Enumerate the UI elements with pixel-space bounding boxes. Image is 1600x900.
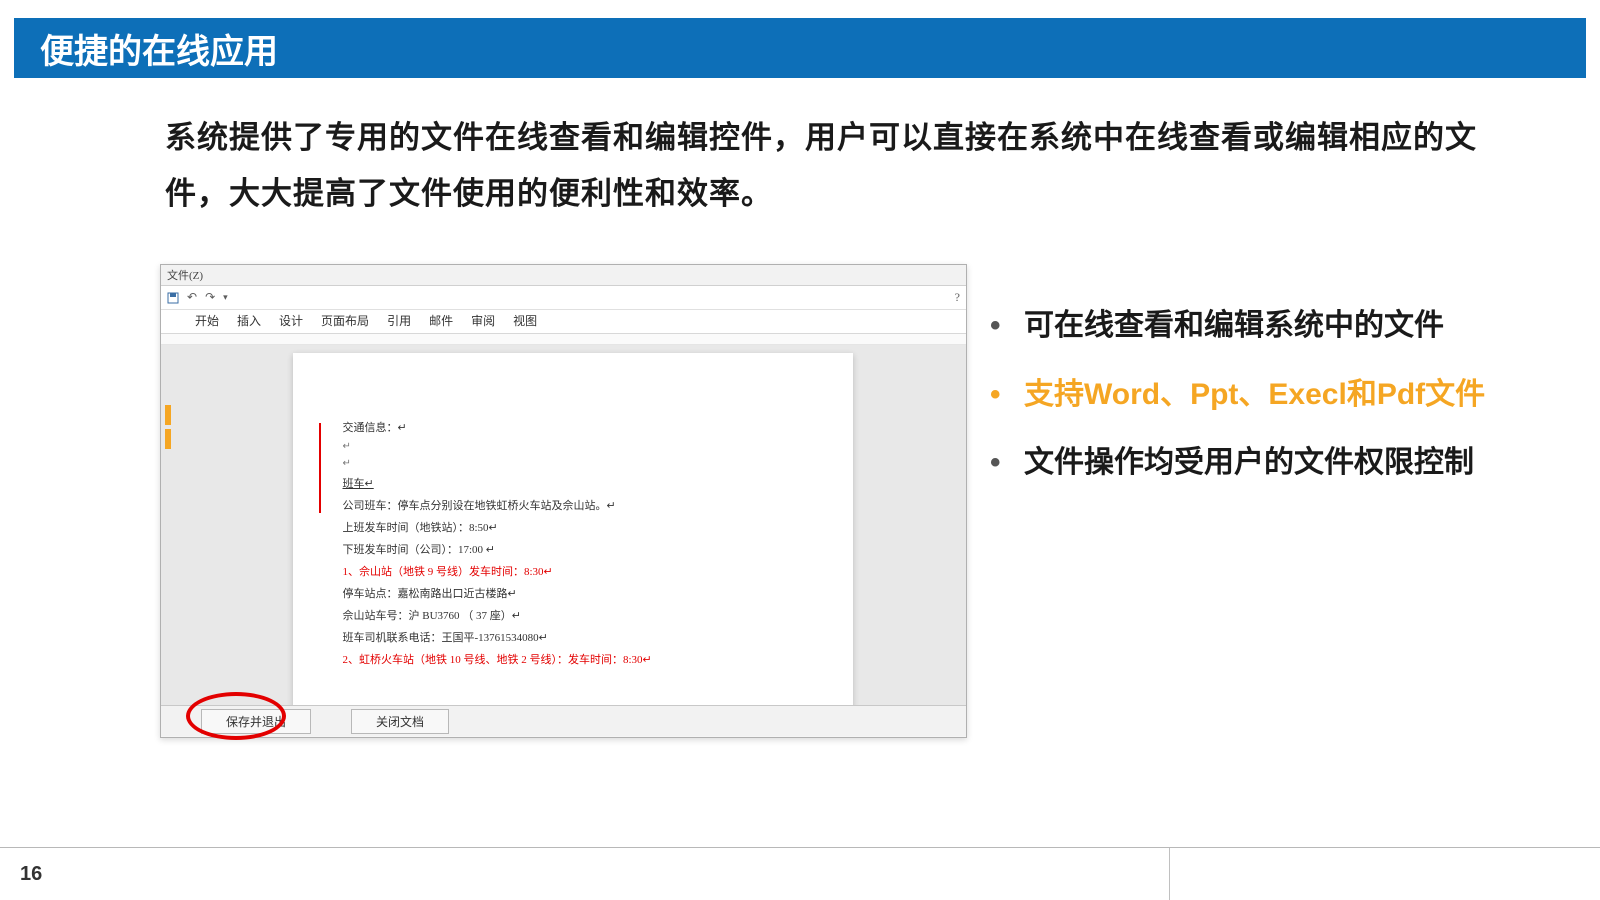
doc-line: 下班发车时间（公司）：17:00 ↵	[343, 541, 803, 557]
doc-line: 停车站点：嘉松南路出口近古楼路↵	[343, 585, 803, 601]
save-icon[interactable]	[167, 292, 179, 304]
doc-line: ↵	[343, 441, 803, 452]
bullet-text: 文件操作均受用户的文件权限控制	[1024, 437, 1474, 490]
bullet-marker-icon: •	[990, 369, 1024, 422]
bullet-text: 支持Word、Ppt、Execl和Pdf文件	[1024, 369, 1485, 422]
document-canvas: 交通信息：↵ ↵ ↵ 班车↵ 公司班车：停车点分别设在地铁虹桥火车站及佘山站。↵…	[161, 345, 966, 705]
ruler	[161, 334, 966, 345]
slide-title-bar: 便捷的在线应用	[14, 18, 1586, 78]
feature-bullets: • 可在线查看和编辑系统中的文件 • 支持Word、Ppt、Execl和Pdf文…	[990, 300, 1530, 506]
bullet-marker-icon: •	[990, 300, 1024, 353]
qat-dropdown-icon[interactable]: ▾	[223, 292, 228, 303]
doc-line: 公司班车：停车点分别设在地铁虹桥火车站及佘山站。↵	[343, 497, 803, 513]
save-and-exit-button[interactable]: 保存并退出	[201, 709, 311, 734]
doc-line: 佘山站车号：沪 BU3760 （ 37 座）↵	[343, 607, 803, 623]
editor-file-menu[interactable]: 文件(Z)	[161, 265, 966, 286]
doc-line: ↵	[343, 458, 803, 469]
bullet-item: • 可在线查看和编辑系统中的文件	[990, 300, 1530, 353]
doc-line: 上班发车时间（地铁站）：8:50↵	[343, 519, 803, 535]
doc-line: 1、佘山站（地铁 9 号线）发车时间：8:30↵	[343, 563, 803, 579]
undo-icon[interactable]: ↶	[187, 290, 197, 305]
ribbon-tab[interactable]: 审阅	[471, 312, 495, 329]
ribbon-tab[interactable]: 开始	[195, 312, 219, 329]
revision-mark-icon	[165, 429, 171, 449]
help-icon[interactable]: ?	[955, 290, 960, 305]
bullet-item: • 支持Word、Ppt、Execl和Pdf文件	[990, 369, 1530, 422]
ribbon-tab[interactable]: 页面布局	[321, 312, 369, 329]
doc-line: 2、虹桥火车站（地铁 10 号线、地铁 2 号线）：发车时间：8:30↵	[343, 651, 803, 667]
ribbon-tab[interactable]: 引用	[387, 312, 411, 329]
revision-gutter	[161, 345, 179, 705]
bullet-text: 可在线查看和编辑系统中的文件	[1024, 300, 1444, 353]
footer-separator	[0, 847, 1600, 848]
doc-line: 班车司机联系电话：王国平-13761534080↵	[343, 629, 803, 645]
page-number: 16	[20, 863, 42, 886]
bullet-item: • 文件操作均受用户的文件权限控制	[990, 437, 1530, 490]
revision-mark-icon	[165, 405, 171, 425]
doc-line: 交通信息：↵	[343, 419, 803, 435]
close-document-button[interactable]: 关闭文档	[351, 709, 449, 734]
ribbon-tabs: 开始 插入 设计 页面布局 引用 邮件 审阅 视图	[161, 310, 966, 334]
ribbon-tab[interactable]: 视图	[513, 312, 537, 329]
document-page[interactable]: 交通信息：↵ ↵ ↵ 班车↵ 公司班车：停车点分别设在地铁虹桥火车站及佘山站。↵…	[293, 353, 853, 705]
embedded-editor-screenshot: 文件(Z) ↶ ↷ ▾ ? 开始 插入 设计 页面布局 引用 邮件 审阅 视图 …	[160, 264, 967, 738]
quick-access-toolbar: ↶ ↷ ▾ ?	[161, 286, 966, 310]
ribbon-tab[interactable]: 邮件	[429, 312, 453, 329]
doc-line: 班车↵	[343, 475, 803, 491]
slide-description: 系统提供了专用的文件在线查看和编辑控件，用户可以直接在系统中在线查看或编辑相应的…	[165, 110, 1500, 222]
editor-footer: 保存并退出 关闭文档	[161, 705, 966, 736]
revision-line-icon	[319, 423, 321, 513]
ribbon-tab[interactable]: 设计	[279, 312, 303, 329]
footer-divider	[1169, 848, 1170, 900]
bullet-marker-icon: •	[990, 437, 1024, 490]
redo-icon[interactable]: ↷	[205, 290, 215, 305]
ribbon-tab[interactable]: 插入	[237, 312, 261, 329]
slide-title: 便捷的在线应用	[40, 24, 278, 73]
